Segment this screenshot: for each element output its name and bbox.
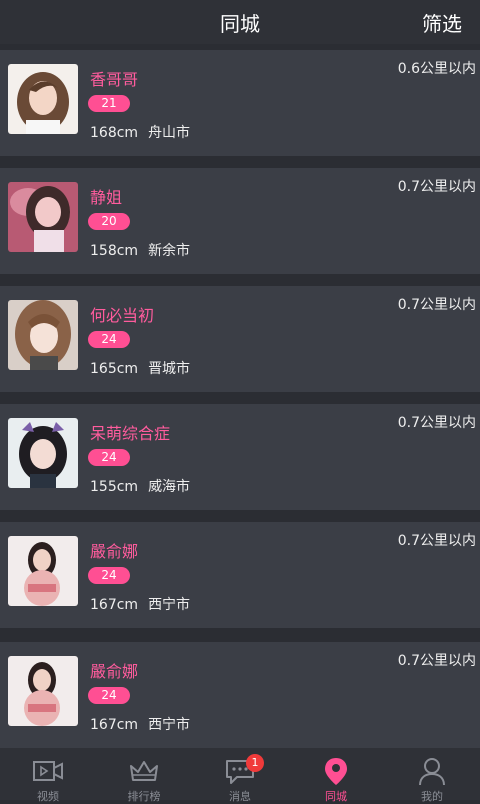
distance-label: 0.7公里以内 <box>397 653 476 669</box>
unread-badge: 1 <box>246 754 264 772</box>
top-bar: 同城 筛选 <box>0 0 480 44</box>
age-badge: 24 <box>88 331 130 348</box>
user-height: 165cm <box>90 361 139 377</box>
tab-video[interactable]: 视频 <box>0 748 96 803</box>
user-height: 155cm <box>90 479 139 495</box>
distance-label: 0.7公里以内 <box>397 179 476 195</box>
user-name: 嚴俞娜 <box>90 542 139 561</box>
user-info: 165cm 晋城市 <box>90 358 200 378</box>
user-city: 西宁市 <box>148 717 191 733</box>
user-height: 168cm <box>90 125 139 141</box>
age-badge: 20 <box>88 213 130 230</box>
user-city: 西宁市 <box>148 597 191 613</box>
list-item[interactable]: 静姐 20 158cm 新余市 0.7公里以内 <box>0 168 480 274</box>
list-item[interactable]: 何必当初 24 165cm 晋城市 0.7公里以内 <box>0 286 480 392</box>
user-name: 香哥哥 <box>90 70 139 89</box>
tab-nearby[interactable]: 同城 <box>288 748 384 803</box>
avatar[interactable] <box>8 536 78 606</box>
filter-button[interactable]: 筛选 <box>422 8 462 37</box>
user-city: 威海市 <box>148 479 191 495</box>
video-icon <box>32 756 64 786</box>
list-item[interactable]: 嚴俞娜 24 167cm 西宁市 0.7公里以内 <box>0 522 480 628</box>
user-info: 158cm 新余市 <box>90 240 200 260</box>
user-height: 167cm <box>90 597 139 613</box>
user-name: 嚴俞娜 <box>90 662 139 681</box>
tab-mine[interactable]: 我的 <box>384 748 480 803</box>
avatar[interactable] <box>8 182 78 252</box>
distance-label: 0.7公里以内 <box>397 297 476 313</box>
tab-label: 消息 <box>229 790 251 803</box>
tab-label: 同城 <box>325 790 347 803</box>
distance-label: 0.7公里以内 <box>397 415 476 431</box>
location-pin-icon <box>320 756 352 786</box>
age-badge: 24 <box>88 449 130 466</box>
avatar[interactable] <box>8 656 78 726</box>
user-info: 167cm 西宁市 <box>90 714 200 734</box>
user-city: 舟山市 <box>148 125 191 141</box>
user-icon <box>416 756 448 786</box>
distance-label: 0.6公里以内 <box>397 61 476 77</box>
user-height: 158cm <box>90 243 139 259</box>
list-item[interactable]: 香哥哥 21 168cm 舟山市 0.6公里以内 <box>0 50 480 156</box>
age-badge: 24 <box>88 687 130 704</box>
age-badge: 21 <box>88 95 130 112</box>
list-item[interactable]: 呆萌综合症 24 155cm 威海市 0.7公里以内 <box>0 404 480 510</box>
list-item[interactable]: 嚴俞娜 24 167cm 西宁市 0.7公里以内 <box>0 642 480 748</box>
age-badge: 24 <box>88 567 130 584</box>
user-info: 167cm 西宁市 <box>90 594 200 614</box>
tab-label: 视频 <box>37 790 59 803</box>
user-city: 新余市 <box>148 243 191 259</box>
bottom-tab-bar: 视频 排行榜 1 消息 同城 我的 <box>0 748 480 803</box>
user-info: 168cm 舟山市 <box>90 122 200 142</box>
user-name: 呆萌综合症 <box>90 424 171 443</box>
distance-label: 0.7公里以内 <box>397 533 476 549</box>
tab-label: 排行榜 <box>127 790 161 803</box>
user-name: 何必当初 <box>90 306 155 325</box>
avatar[interactable] <box>8 64 78 134</box>
avatar[interactable] <box>8 418 78 488</box>
page-title: 同城 <box>220 12 260 36</box>
tab-label: 我的 <box>421 790 443 803</box>
tab-ranking[interactable]: 排行榜 <box>96 748 192 803</box>
tab-messages[interactable]: 1 消息 <box>192 748 288 803</box>
user-height: 167cm <box>90 717 139 733</box>
crown-icon <box>128 756 160 786</box>
user-name: 静姐 <box>90 188 123 207</box>
user-city: 晋城市 <box>148 361 191 377</box>
avatar[interactable] <box>8 300 78 370</box>
user-info: 155cm 威海市 <box>90 476 200 496</box>
